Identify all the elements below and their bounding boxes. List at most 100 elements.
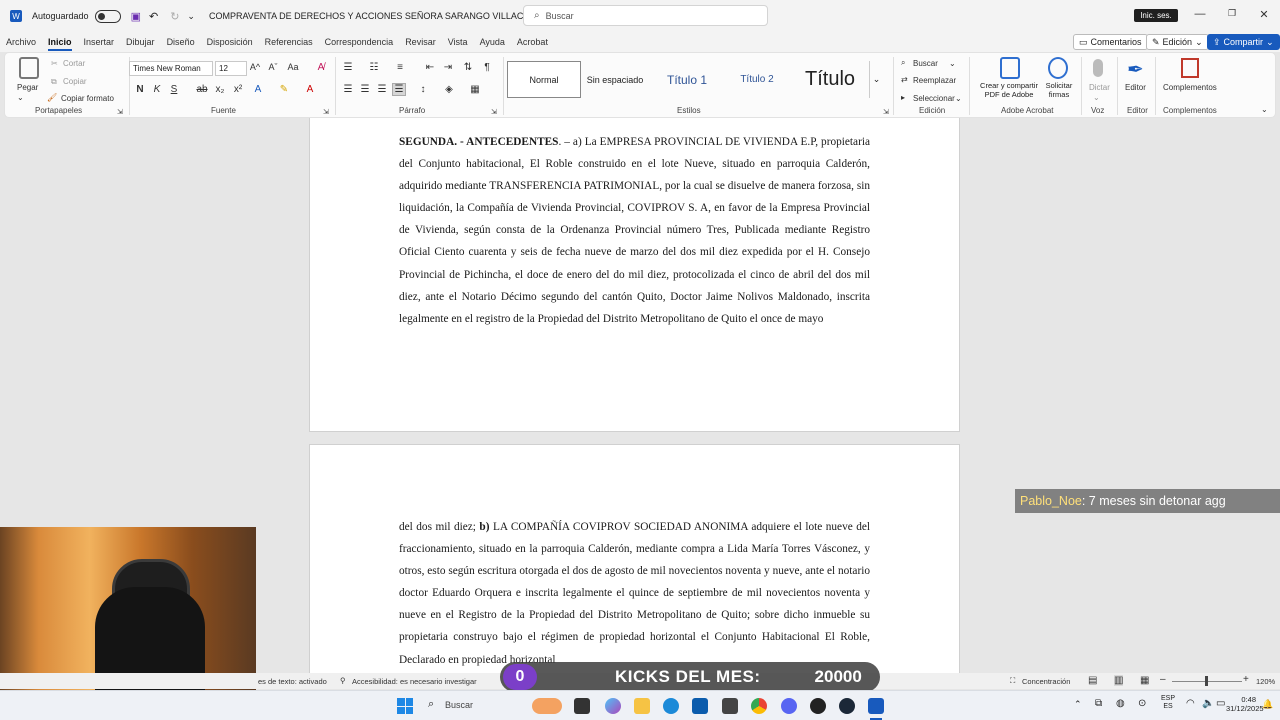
- numbering-icon[interactable]: ☷: [367, 62, 381, 73]
- word-taskbar-icon[interactable]: [868, 698, 884, 714]
- tab-archivo[interactable]: Archivo: [0, 32, 42, 52]
- comments-button[interactable]: ▭ Comentarios: [1073, 34, 1148, 50]
- align-center-icon[interactable]: ☰: [358, 84, 372, 95]
- file-explorer-icon[interactable]: [634, 698, 650, 714]
- style-heading2[interactable]: Título 2: [725, 61, 789, 98]
- accessibility-icon[interactable]: ⚲: [340, 676, 346, 685]
- paragraph-segunda[interactable]: SEGUNDA. - ANTECEDENTES. – a) La EMPRESA…: [399, 131, 870, 330]
- clear-format-icon[interactable]: A̸: [314, 62, 328, 73]
- tab-acrobat[interactable]: Acrobat: [511, 32, 554, 52]
- style-title[interactable]: Título: [795, 61, 865, 98]
- strikethrough-icon[interactable]: ab: [195, 84, 209, 95]
- language-indicator[interactable]: ESP ES: [1161, 695, 1175, 711]
- close-icon[interactable]: ✕: [1254, 8, 1274, 21]
- notifications-icon[interactable]: 🔔: [1262, 699, 1273, 710]
- justify-icon[interactable]: ☰: [392, 83, 406, 96]
- save-icon[interactable]: ▣: [131, 10, 141, 23]
- pilcrow-icon[interactable]: ¶: [480, 62, 494, 73]
- increase-indent-icon[interactable]: ⇥: [441, 62, 455, 73]
- battery-icon[interactable]: ▭: [1216, 698, 1225, 709]
- align-right-icon[interactable]: ☰: [375, 84, 389, 95]
- tab-referencias[interactable]: Referencias: [259, 32, 319, 52]
- tab-disposicion[interactable]: Disposición: [201, 32, 259, 52]
- tab-vista[interactable]: Vista: [442, 32, 474, 52]
- edge-icon[interactable]: [663, 698, 679, 714]
- obs-icon[interactable]: [810, 698, 826, 714]
- start-icon[interactable]: [397, 698, 413, 714]
- tab-insertar[interactable]: Insertar: [78, 32, 121, 52]
- line-spacing-icon[interactable]: ↕: [416, 84, 430, 95]
- subscript-icon[interactable]: x₂: [213, 84, 227, 95]
- decrease-indent-icon[interactable]: ⇤: [423, 62, 437, 73]
- chevron-up-icon[interactable]: ⌃: [1074, 699, 1082, 710]
- create-pdf-icon[interactable]: [1000, 57, 1020, 79]
- addins-icon[interactable]: [1181, 58, 1199, 78]
- format-painter-label[interactable]: Copiar formato: [61, 94, 114, 103]
- tab-ayuda[interactable]: Ayuda: [474, 32, 511, 52]
- text-prediction-status[interactable]: es de texto: activado: [258, 677, 327, 686]
- style-normal[interactable]: Normal: [507, 61, 581, 98]
- web-layout-icon[interactable]: ▦: [1140, 675, 1149, 686]
- editing-mode-button[interactable]: ✎ Edición ⌄: [1146, 34, 1209, 50]
- underline-icon[interactable]: S: [167, 84, 181, 95]
- font-size-select[interactable]: 12: [215, 61, 247, 76]
- paste-icon[interactable]: [19, 57, 39, 79]
- tab-correspondencia[interactable]: Correspondencia: [319, 32, 400, 52]
- minimize-icon[interactable]: —: [1190, 8, 1210, 20]
- read-mode-icon[interactable]: ▤: [1088, 675, 1097, 686]
- cut-icon[interactable]: ✂: [51, 59, 58, 68]
- font-name-select[interactable]: Times New Roman: [129, 61, 213, 76]
- tray-icon[interactable]: ⊙: [1138, 698, 1146, 709]
- shading-icon[interactable]: ◈: [442, 84, 456, 95]
- align-left-icon[interactable]: ☰: [341, 84, 355, 95]
- copy-icon[interactable]: ⧉: [51, 77, 57, 87]
- zoom-level[interactable]: 120%: [1256, 677, 1275, 686]
- search-input[interactable]: ⌕ Buscar: [523, 5, 768, 26]
- bullets-icon[interactable]: ☰: [341, 62, 355, 73]
- request-signatures-button[interactable]: Solicitar firmas: [1041, 81, 1077, 99]
- style-heading1[interactable]: Título 1: [655, 61, 719, 98]
- wifi-icon[interactable]: ◠: [1186, 698, 1195, 709]
- microphone-icon[interactable]: [1093, 59, 1103, 77]
- tab-dibujar[interactable]: Dibujar: [120, 32, 161, 52]
- accessibility-status[interactable]: Accesibilidad: es necesario investigar: [352, 677, 477, 686]
- tab-diseno[interactable]: Diseño: [161, 32, 201, 52]
- chevron-down-icon[interactable]: ⌄: [949, 59, 956, 68]
- style-no-spacing[interactable]: Sin espaciado: [583, 61, 647, 98]
- discord-icon[interactable]: [781, 698, 797, 714]
- taskbar-search-icon[interactable]: ⌕: [428, 698, 434, 711]
- zoom-in-icon[interactable]: +: [1243, 674, 1249, 685]
- replace-icon[interactable]: ⇄: [901, 75, 908, 84]
- editor-icon[interactable]: ✒: [1127, 57, 1144, 82]
- clock[interactable]: 0:48 31/12/2025: [1226, 695, 1264, 713]
- focus-icon[interactable]: ⛶: [1010, 676, 1015, 686]
- chevron-down-icon[interactable]: ⌄: [1093, 93, 1100, 102]
- dialog-launcher-icon[interactable]: ⇲: [117, 108, 123, 116]
- copy-label[interactable]: Copiar: [63, 77, 87, 86]
- addins-button[interactable]: Complementos: [1163, 83, 1217, 92]
- steam-icon[interactable]: [839, 698, 855, 714]
- cut-label[interactable]: Cortar: [63, 59, 85, 68]
- styles-more-icon[interactable]: ⌄: [869, 61, 883, 98]
- select-icon[interactable]: ▸: [901, 93, 905, 102]
- dialog-launcher-icon[interactable]: ⇲: [323, 108, 329, 116]
- find-icon[interactable]: ⌕: [901, 58, 905, 68]
- volume-icon[interactable]: 🔈: [1202, 698, 1214, 709]
- bold-icon[interactable]: N: [133, 84, 147, 95]
- borders-icon[interactable]: ▦: [468, 84, 482, 95]
- change-case-icon[interactable]: Aa: [286, 62, 300, 72]
- editor-button[interactable]: Editor: [1125, 83, 1146, 92]
- paste-label[interactable]: Pegar: [17, 83, 38, 92]
- print-layout-icon[interactable]: ▥: [1114, 675, 1124, 686]
- chevron-down-icon[interactable]: ⌄: [17, 93, 24, 102]
- signin-button[interactable]: Inic. ses.: [1134, 9, 1178, 22]
- chrome-icon[interactable]: [751, 698, 767, 714]
- customize-toolbar-icon[interactable]: ⌄: [187, 11, 195, 22]
- dialog-launcher-icon[interactable]: ⇲: [491, 108, 497, 116]
- dialog-launcher-icon[interactable]: ⇲: [883, 108, 889, 116]
- find-label[interactable]: Buscar: [913, 59, 938, 68]
- undo-icon[interactable]: ↶: [149, 10, 158, 23]
- collapse-ribbon-icon[interactable]: ⌄: [1261, 105, 1268, 114]
- autosave-toggle[interactable]: [94, 9, 121, 23]
- create-pdf-button[interactable]: Crear y compartir PDF de Adobe: [975, 81, 1043, 99]
